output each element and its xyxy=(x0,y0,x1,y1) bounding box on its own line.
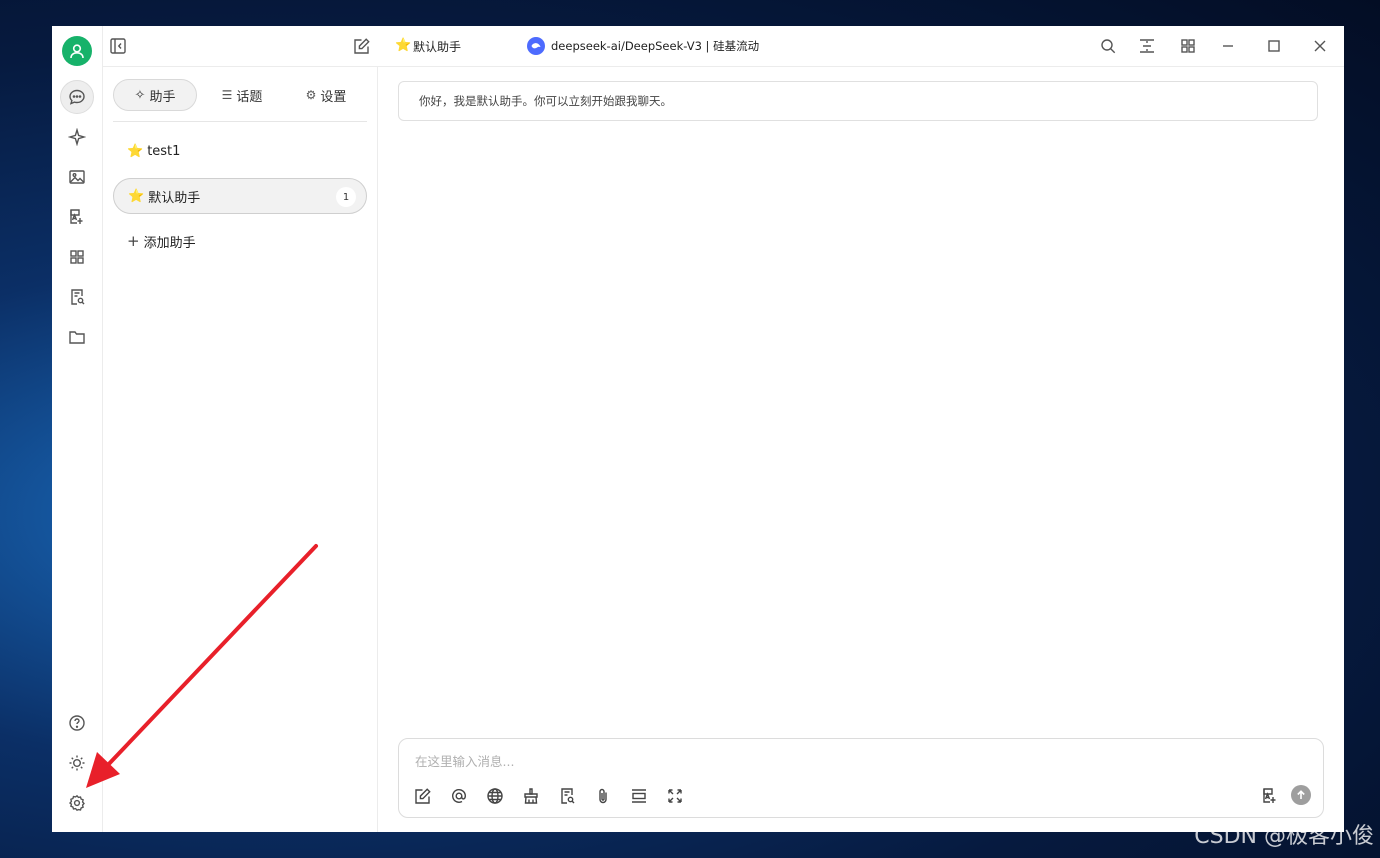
star-icon: ⭐ xyxy=(127,143,144,159)
close-button[interactable] xyxy=(1311,37,1329,55)
deepseek-whale-icon xyxy=(531,43,541,49)
mention-model-tool[interactable] xyxy=(450,787,468,805)
add-assistant-label: 添加助手 xyxy=(143,235,196,251)
message-composer: 在这里输入消息... xyxy=(398,738,1324,818)
user-icon xyxy=(70,44,84,59)
assistant-name: 默认助手 xyxy=(148,190,201,206)
settings-button[interactable] xyxy=(60,786,94,820)
tab-assistants[interactable]: ✧ 助手 xyxy=(113,79,197,111)
maximize-button[interactable] xyxy=(1265,37,1283,55)
search-icon xyxy=(1101,39,1116,54)
assistant-name: test1 xyxy=(147,143,181,159)
assistant-star-icon: ⭐ xyxy=(395,38,412,53)
apps-nav-button[interactable] xyxy=(60,240,94,274)
translate-nav-button[interactable] xyxy=(60,200,94,234)
attachment-tool[interactable] xyxy=(594,787,612,805)
gear-icon xyxy=(68,794,85,812)
globe-icon xyxy=(487,788,503,804)
assistant-sidebar: ✧ 助手 ☰ 话题 ⚙ 设置 ⭐ test1 ⭐ 默认助手 1 + 添加助手 xyxy=(103,67,378,832)
document-search-icon xyxy=(71,289,85,305)
image-icon xyxy=(69,170,85,184)
chat-area: 你好，我是默认助手。你可以立刻开始跟我聊天。 在这里输入消息... xyxy=(378,67,1344,832)
tab-label: 设置 xyxy=(320,89,347,105)
tab-label: 助手 xyxy=(149,89,176,105)
app-window: ⭐ 默认助手 deepseek-ai/DeepSeek-V3 | 硅基流动 ✧ xyxy=(52,26,1344,832)
current-assistant-name[interactable]: 默认助手 xyxy=(413,38,461,55)
expand-input-tool[interactable] xyxy=(666,787,684,805)
title-bar: ⭐ 默认助手 deepseek-ai/DeepSeek-V3 | 硅基流动 xyxy=(103,26,1344,67)
send-button[interactable] xyxy=(1291,785,1311,805)
arrow-up-icon xyxy=(1297,790,1305,799)
search-button[interactable] xyxy=(1099,37,1117,55)
web-search-tool[interactable] xyxy=(486,787,504,805)
translate-icon xyxy=(70,209,83,224)
translate-input-tool[interactable] xyxy=(1261,787,1279,805)
apps-grid-icon xyxy=(1181,39,1195,53)
new-context-tool[interactable] xyxy=(630,787,648,805)
at-sign-icon xyxy=(452,788,467,803)
topic-count-badge: 1 xyxy=(336,187,356,207)
knowledge-nav-button[interactable] xyxy=(60,280,94,314)
assistant-item-test1[interactable]: ⭐ test1 xyxy=(113,133,367,169)
star-icon: ⭐ xyxy=(128,188,145,204)
tab-topics[interactable]: ☰ 话题 xyxy=(205,79,279,111)
help-button[interactable] xyxy=(60,706,94,740)
sparkle-icon: ✧ xyxy=(134,87,146,103)
model-selector[interactable]: deepseek-ai/DeepSeek-V3 | 硅基流动 xyxy=(551,38,759,54)
sparkle-icon xyxy=(68,128,86,146)
tab-label: 话题 xyxy=(236,89,263,105)
new-topic-tool[interactable] xyxy=(414,787,432,805)
toggle-sidebar-button[interactable] xyxy=(109,37,127,55)
paperclip-icon xyxy=(599,788,607,804)
sidebar-tabs: ✧ 助手 ☰ 话题 ⚙ 设置 xyxy=(113,77,367,122)
sun-icon xyxy=(69,755,85,771)
edit-icon xyxy=(415,788,431,804)
list-icon: ☰ xyxy=(221,88,233,102)
help-circle-icon xyxy=(69,715,85,731)
layout-button[interactable] xyxy=(1138,37,1156,55)
document-search-icon xyxy=(561,788,575,804)
image-nav-button[interactable] xyxy=(60,160,94,194)
fullscreen-icon xyxy=(668,789,682,803)
sidebar-collapse-icon xyxy=(110,38,126,54)
expand-vertical-icon xyxy=(1140,39,1154,53)
icon-rail xyxy=(52,26,103,832)
apps-grid-icon xyxy=(70,250,84,264)
minimize-button[interactable] xyxy=(1219,37,1237,55)
user-avatar[interactable] xyxy=(62,36,92,66)
knowledge-base-tool[interactable] xyxy=(558,787,576,805)
message-input[interactable]: 在这里输入消息... xyxy=(415,751,514,770)
broom-icon xyxy=(524,788,538,804)
chat-nav-button[interactable] xyxy=(60,80,94,114)
tab-settings[interactable]: ⚙ 设置 xyxy=(289,79,363,111)
model-logo xyxy=(527,37,545,55)
add-assistant-button[interactable]: + 添加助手 xyxy=(113,223,367,259)
greeting-message: 你好，我是默认助手。你可以立刻开始跟我聊天。 xyxy=(398,81,1318,121)
watermark-text: CSDN @极客小俊 xyxy=(1194,824,1374,849)
files-nav-button[interactable] xyxy=(60,320,94,354)
context-divider-icon xyxy=(632,789,646,803)
agents-nav-button[interactable] xyxy=(60,120,94,154)
gear-icon: ⚙ xyxy=(305,88,317,102)
close-icon xyxy=(1314,40,1326,52)
plus-icon: + xyxy=(127,232,140,250)
translate-icon xyxy=(1263,788,1276,803)
maximize-icon xyxy=(1268,40,1280,52)
chat-bubble-icon xyxy=(69,89,85,105)
folder-icon xyxy=(69,331,85,344)
assistant-item-default[interactable]: ⭐ 默认助手 1 xyxy=(113,178,367,214)
new-topic-button[interactable] xyxy=(353,37,371,55)
clear-context-tool[interactable] xyxy=(522,787,540,805)
mini-apps-button[interactable] xyxy=(1179,37,1197,55)
minimize-icon xyxy=(1223,45,1233,47)
edit-icon xyxy=(354,38,370,54)
theme-toggle-button[interactable] xyxy=(60,746,94,780)
